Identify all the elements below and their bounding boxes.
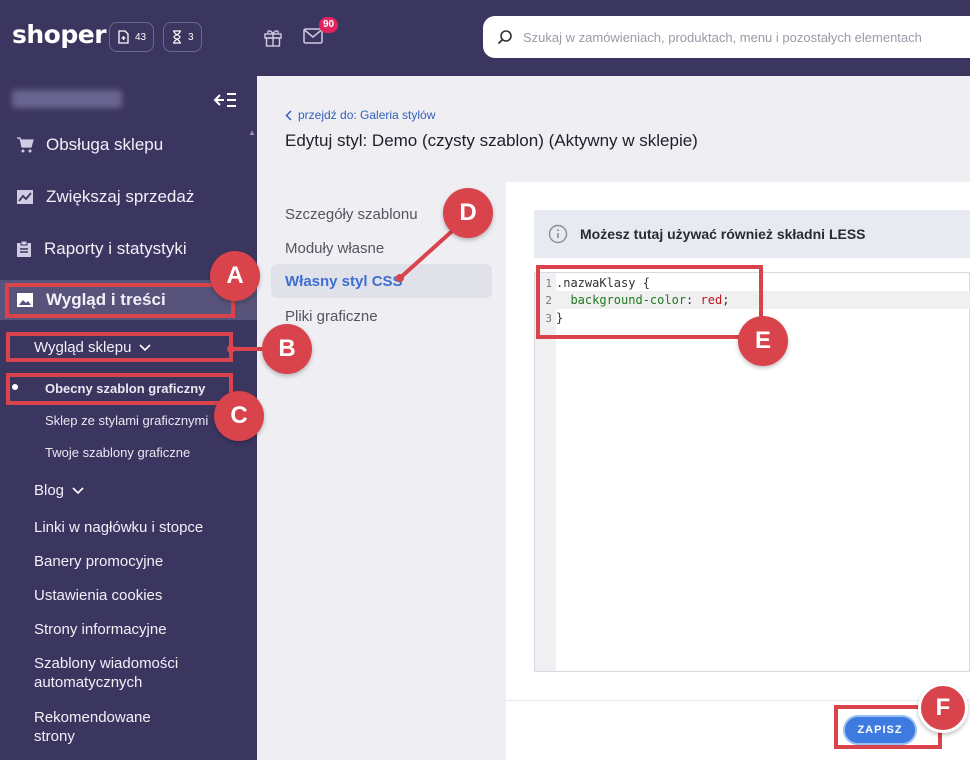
sidebar-link-your-templates[interactable]: Twoje szablony graficzne — [45, 445, 190, 460]
annotation-marker-d: D — [443, 188, 493, 238]
sidebar-subitem-auto-messages[interactable]: Szablony wiadomości automatycznych — [34, 655, 178, 691]
sidebar-item-label: Obsługa sklepu — [46, 135, 164, 154]
orders-counter[interactable]: 43 — [109, 22, 155, 52]
sidebar-item-store-service[interactable]: Obsługa sklepu — [0, 125, 257, 165]
sidebar-subitem-cookies[interactable]: Ustawienia cookies — [34, 587, 162, 604]
annotation-marker-c: C — [214, 391, 264, 441]
page-title: Edytuj styl: Demo (czysty szablon) (Akty… — [285, 131, 698, 150]
sidebar-subitem-label: Rekomendowane — [34, 709, 151, 726]
global-search[interactable] — [483, 16, 970, 58]
collapse-sidebar-icon[interactable] — [213, 92, 237, 108]
highlight-box-c — [6, 373, 233, 405]
sidebar-item-label: Raporty i statystyki — [44, 239, 187, 258]
highlight-box-e — [536, 265, 763, 339]
annotation-marker-e: E — [738, 316, 788, 366]
clipboard-icon — [17, 240, 31, 257]
sidebar-subitem-info-pages[interactable]: Strony informacyjne — [34, 621, 167, 638]
highlight-box-a — [5, 283, 235, 318]
info-banner: Możesz tutaj używać również składni LESS — [534, 210, 970, 258]
highlight-box-b — [6, 332, 233, 362]
mail-icon[interactable] — [303, 28, 323, 44]
search-input[interactable] — [523, 29, 963, 45]
sidebar-link-styles-shop[interactable]: Sklep ze stylami graficznymi — [45, 413, 208, 428]
cart-icon — [17, 137, 34, 153]
sidebar-subitem-label: automatycznych — [34, 674, 143, 691]
tab-custom-css[interactable]: Własny styl CSS — [271, 264, 492, 298]
back-to-gallery-link[interactable]: przejdź do: Galeria stylów — [285, 108, 435, 122]
info-text: Możesz tutaj używać również składni LESS — [580, 226, 866, 242]
sidebar-item-increase-sales[interactable]: Zwiększaj sprzedaż — [0, 177, 257, 217]
sidebar-item-label: Zwiększaj sprzedaż — [46, 187, 195, 206]
back-link-label: przejdź do: Galeria stylów — [298, 108, 436, 122]
shoper-logo[interactable]: shoper — [12, 20, 107, 49]
annotation-marker-f: F — [918, 683, 968, 733]
top-bar: shoper 43 3 90 — [0, 0, 970, 76]
tab-image-files[interactable]: Pliki graficzne — [271, 299, 492, 333]
sidebar-subitem-banners[interactable]: Banery promocyjne — [34, 553, 163, 570]
card-footer-divider — [506, 700, 970, 701]
sidebar-subitem-label: strony — [34, 728, 75, 745]
chevron-down-icon — [72, 486, 84, 494]
sidebar-subitem-blog[interactable]: Blog — [34, 482, 84, 499]
pending-count: 3 — [188, 31, 194, 43]
gift-icon[interactable] — [263, 27, 283, 47]
trend-chart-icon — [17, 190, 33, 204]
annotation-marker-b: B — [262, 324, 312, 374]
orders-count: 43 — [135, 31, 147, 43]
sidebar-subitem-recommended[interactable]: Rekomendowane strony — [34, 709, 151, 745]
pending-counter[interactable]: 3 — [163, 22, 202, 52]
sidebar-subitem-links[interactable]: Linki w nagłówku i stopce — [34, 519, 203, 536]
store-name-blurred — [12, 90, 122, 108]
search-icon — [497, 30, 512, 45]
info-icon — [548, 224, 568, 244]
sidebar-subitem-label: Szablony wiadomości — [34, 655, 179, 672]
annotation-marker-a: A — [210, 251, 260, 301]
document-plus-icon — [118, 30, 129, 44]
chevron-left-icon — [285, 109, 292, 121]
hourglass-icon — [173, 30, 181, 44]
sidebar-subitem-label: Blog — [34, 482, 65, 499]
notification-badge: 90 — [319, 17, 338, 33]
